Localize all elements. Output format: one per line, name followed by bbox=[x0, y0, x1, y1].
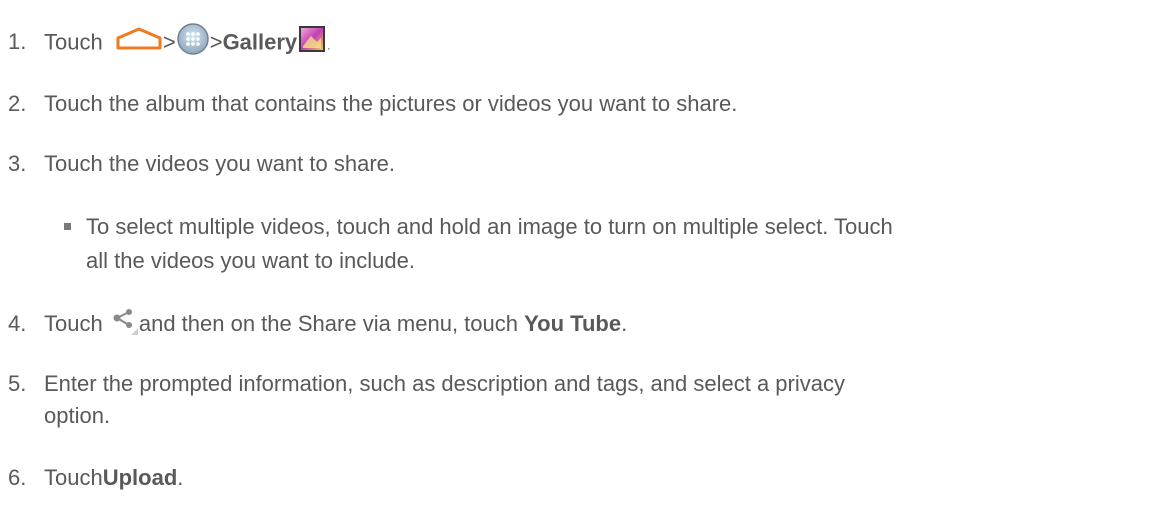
separator: > bbox=[209, 29, 223, 55]
step-number: 4. bbox=[8, 311, 27, 336]
step-6: 6. TouchUpload. bbox=[8, 462, 183, 494]
step-number: 2. bbox=[8, 91, 27, 116]
step-text-end: . bbox=[621, 311, 628, 336]
step-number: 3. bbox=[8, 151, 27, 176]
home-icon bbox=[115, 26, 163, 61]
step-5-continuation: option. bbox=[44, 403, 111, 428]
step-text: Touch bbox=[44, 29, 103, 55]
step-number: 6. bbox=[8, 465, 27, 490]
step-number: 1. bbox=[8, 29, 27, 55]
gallery-icon bbox=[297, 24, 327, 63]
step-text: Enter the prompted information, such as … bbox=[44, 371, 845, 396]
step-text-end: . bbox=[327, 38, 331, 53]
step-bold: You Tube bbox=[524, 311, 622, 336]
step-5: 5. Enter the prompted information, such a… bbox=[8, 368, 845, 400]
step-4: 4. Touch and then on the Share via menu, … bbox=[8, 308, 627, 347]
bullet-marker bbox=[64, 223, 71, 230]
step-text: Touch the album that contains the pictur… bbox=[44, 91, 738, 116]
step-text: Touch bbox=[44, 311, 103, 336]
bullet-item: To select multiple videos, touch and hol… bbox=[64, 210, 1156, 278]
apps-icon bbox=[176, 22, 210, 65]
step-text-end: . bbox=[177, 465, 184, 490]
step-bold: Upload bbox=[102, 465, 178, 490]
step-text: Touch bbox=[44, 465, 103, 490]
step-3: 3. Touch the videos you want to share. bbox=[8, 148, 395, 180]
share-icon bbox=[111, 308, 139, 347]
step-1: 1. Touch > >Gallery . bbox=[8, 22, 331, 65]
step-bold: Gallery bbox=[222, 29, 298, 55]
step-2: 2. Touch the album that contains the pict… bbox=[8, 88, 737, 120]
bullet-line-2: all the videos you want to include. bbox=[86, 248, 415, 273]
step-number: 5. bbox=[8, 371, 27, 396]
step-text: Touch the videos you want to share. bbox=[44, 151, 395, 176]
bullet-line-1: To select multiple videos, touch and hol… bbox=[86, 214, 893, 239]
step-text: and then on the Share via menu, touch bbox=[138, 311, 518, 336]
separator: > bbox=[162, 29, 176, 55]
